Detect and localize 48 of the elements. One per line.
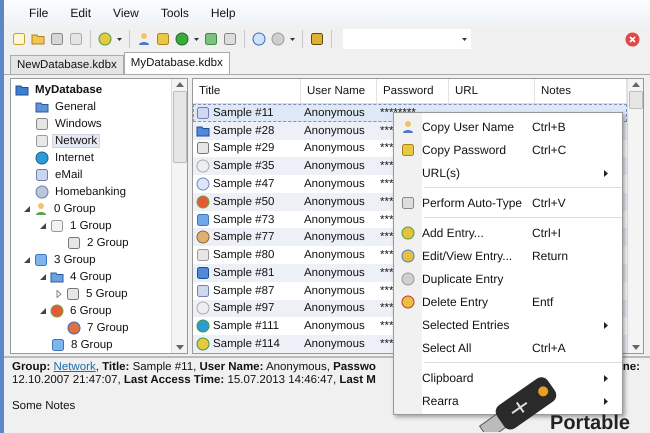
table-cell: *** [380,124,394,137]
table-cell: Sample #50 [213,196,274,208]
notes-text: Some Notes [12,400,76,413]
table-cell: *** [380,284,394,297]
detail-text: 12.10.2007 21:47:07, Last Access Time: 15.07.2013 14:46:47, Last M [12,374,376,387]
promo-text: Portable [550,412,630,433]
table-cell: *** [380,231,394,244]
detail-text: , Title: Sample #11, User Name: Anonymous, Passwo [96,361,376,373]
table-cell: Sample #29 [213,142,274,154]
table-cell: Anonymous [304,106,365,119]
table-cell: *** [380,266,394,279]
table-cell: Anonymous [304,284,365,297]
table-cell: ******** [380,106,416,119]
table-cell: Sample #87 [213,284,274,297]
table-cell: Anonymous [304,178,365,190]
table-cell: Anonymous [304,142,365,154]
table-cell: Sample #81 [213,266,274,279]
table-cell: Anonymous [304,338,365,350]
table-cell: *** [380,249,394,262]
table-cell: Sample #35 [213,160,274,172]
table-cell: Anonymous [304,302,365,314]
table-cell: Anonymous [304,266,365,279]
detail-text: ne: [622,361,640,374]
table-cell: *** [380,142,394,154]
table-cell: Anonymous [304,231,365,244]
table-cell: Sample #47 [213,178,274,190]
table-cell: Anonymous [304,214,365,226]
table-cell: *** [380,160,394,172]
table-cell: Sample #80 [213,249,274,262]
table-cell: Sample #28 [213,124,274,137]
table-cell: Anonymous [304,160,365,172]
table-cell: Anonymous [304,196,365,208]
table-cell: Sample #11 [213,106,274,119]
table-cell: Sample #77 [213,231,274,244]
table-cell: Sample #114 [213,338,280,350]
table-cell: Anonymous [304,320,365,332]
table-cell: Sample #97 [213,302,274,314]
table-cell: Anonymous [304,249,365,262]
table-cell: *** [380,320,394,332]
table-cell: *** [380,338,394,350]
detail-label: Group: [12,361,52,373]
table-cell: *** [380,214,394,226]
table-cell: *** [380,178,394,190]
table-cell: Anonymous [304,124,365,137]
table-cell: *** [380,302,394,314]
table-cell: *** [380,196,394,208]
table-cell: Sample #73 [213,214,274,226]
table-cell: Sample #111 [213,320,280,332]
